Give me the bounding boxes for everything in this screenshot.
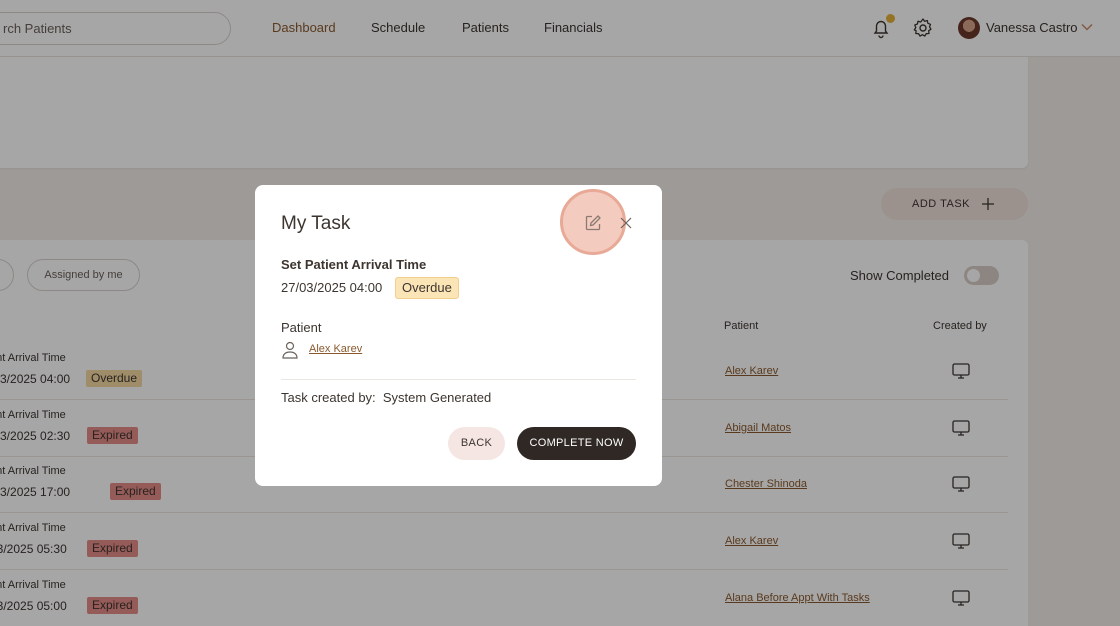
task-detail-modal: My Task Set Patient Arrival Time 27/03/2… [255, 185, 662, 486]
back-button[interactable]: BACK [448, 427, 505, 460]
task-name: Set Patient Arrival Time [281, 257, 427, 272]
patient-link[interactable]: Alex Karev [309, 343, 362, 355]
task-created-by: Task created by: System Generated [281, 390, 492, 405]
status-badge: Overdue [395, 277, 459, 299]
close-icon[interactable] [620, 217, 632, 229]
patient-label: Patient [281, 320, 322, 335]
task-due-date: 27/03/2025 04:00 [281, 280, 383, 295]
modal-title: My Task [281, 213, 351, 234]
edit-icon[interactable] [584, 214, 602, 232]
person-icon [282, 341, 298, 359]
divider [281, 379, 636, 380]
complete-now-button[interactable]: COMPLETE NOW [517, 427, 636, 460]
